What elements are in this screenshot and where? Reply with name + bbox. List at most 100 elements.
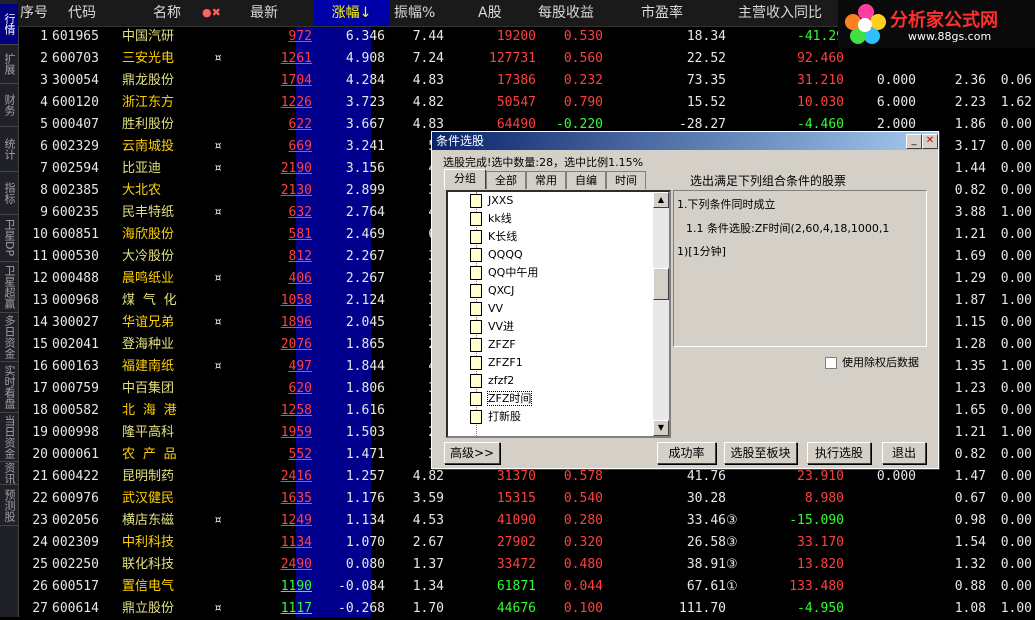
- tab-common[interactable]: 常用: [526, 171, 566, 189]
- side-tab[interactable]: 多日资金: [0, 313, 18, 362]
- side-tab[interactable]: 资讯: [0, 462, 18, 485]
- cell-pe: 15.52: [686, 95, 726, 110]
- col-header-code[interactable]: 代码: [68, 0, 96, 26]
- cell-e3: 0.00: [1000, 557, 1032, 572]
- cell-name: 中利科技: [122, 535, 175, 550]
- tree-item[interactable]: kk线: [470, 210, 512, 228]
- tree-item[interactable]: zfzf2: [470, 372, 514, 390]
- col-header-latest[interactable]: 最新: [250, 0, 278, 26]
- tab-time[interactable]: 时间: [606, 171, 646, 189]
- col-header-amplitude[interactable]: 振幅%: [394, 0, 435, 26]
- checkbox-box[interactable]: [825, 357, 837, 369]
- formula-file-icon: [470, 320, 482, 334]
- col-header-ashare[interactable]: A股: [478, 0, 502, 26]
- col-header-marks[interactable]: ●✖: [202, 0, 221, 26]
- cell-rev: 31.210: [797, 73, 844, 88]
- tree-item[interactable]: ZFZF1: [470, 354, 523, 372]
- cell-e3: 0.00: [1000, 337, 1032, 352]
- scroll-down-icon[interactable]: ▼: [653, 420, 669, 436]
- success-rate-button[interactable]: 成功率: [657, 442, 716, 464]
- cell-name: 大冷股份: [122, 249, 175, 264]
- cell-code: 000582: [52, 403, 99, 418]
- cell-amp: 1.37: [412, 557, 444, 572]
- col-header-revenue-yoy[interactable]: 主营收入同比: [738, 0, 822, 26]
- execute-selection-button[interactable]: 执行选股: [807, 442, 871, 464]
- tree-item[interactable]: ZFZ时间: [470, 390, 533, 408]
- cell-p: 622: [288, 117, 312, 132]
- col-header-name[interactable]: 名称: [153, 0, 181, 26]
- side-tab[interactable]: 预测股: [0, 485, 18, 526]
- side-tab[interactable]: 统计: [0, 127, 18, 172]
- cell-pe_mk: [726, 92, 740, 114]
- minimize-icon[interactable]: _: [906, 134, 922, 149]
- cell-pe_mk: [726, 70, 740, 92]
- formula-file-icon: [470, 248, 482, 262]
- side-tab[interactable]: 实时看盘: [0, 362, 18, 413]
- cell-mk: ¤: [214, 271, 222, 286]
- cell-name: 北 海 港: [122, 403, 177, 418]
- tree-item[interactable]: 打新股: [470, 408, 521, 426]
- cell-code: 002056: [52, 513, 99, 528]
- cell-p: 1226: [280, 95, 312, 110]
- table-row[interactable]: 24 002309 中利科技 1134 1.070 2.67 27902 0.320 26.58…: [18, 532, 1035, 554]
- formula-tree[interactable]: JXXS kk线 K长线 QQQQ QQ中午用 QXCJ VV VV进 ZFZF ZFZF1 zfz…: [446, 190, 671, 438]
- cell-mk: [214, 400, 228, 422]
- col-header-pe[interactable]: 市盈率: [641, 0, 683, 26]
- cell-p: 1249: [280, 513, 312, 528]
- tree-scrollbar[interactable]: ▲ ▼: [653, 192, 669, 436]
- select-to-block-button[interactable]: 选股至板块: [724, 442, 797, 464]
- tree-item[interactable]: ZFZF: [470, 336, 516, 354]
- scroll-up-icon[interactable]: ▲: [653, 192, 669, 208]
- formula-file-icon: [470, 356, 482, 370]
- tree-item[interactable]: QXCJ: [470, 282, 514, 300]
- tree-item[interactable]: JXXS: [470, 192, 513, 210]
- tab-custom[interactable]: 自编: [566, 171, 606, 189]
- advanced-button[interactable]: 高级>>: [444, 442, 500, 464]
- cell-name: 华谊兄弟: [122, 315, 175, 330]
- condition-list[interactable]: 1.下列条件同时成立 1.1 条件选股:ZF时间(2,60,4,18,1000,…: [673, 190, 927, 347]
- dialog-title-bar[interactable]: 条件选股 _ ✕: [432, 132, 938, 150]
- table-row[interactable]: 22 600976 武汉健民 1635 1.176 3.59 15315 0.540 30.28…: [18, 488, 1035, 510]
- cell-e3: 0.00: [1000, 469, 1032, 484]
- tab-group[interactable]: 分组: [444, 169, 486, 189]
- tab-all[interactable]: 全部: [486, 171, 526, 189]
- table-row[interactable]: 2 600703 三安光电 ¤ 1261 4.908 7.24 127731 0.560 22.5…: [18, 48, 1035, 70]
- tree-item-label: 打新股: [488, 410, 521, 423]
- cell-eps: 0.044: [563, 579, 603, 594]
- side-tab[interactable]: 行情: [0, 4, 18, 45]
- flower-icon: [845, 4, 886, 44]
- tree-item[interactable]: QQ中午用: [470, 264, 538, 282]
- col-header-index[interactable]: 序号: [20, 0, 48, 26]
- side-tab[interactable]: 当日资金: [0, 413, 18, 462]
- col-header-eps[interactable]: 每股收益: [538, 0, 594, 26]
- cell-n: 1: [40, 29, 48, 44]
- table-row[interactable]: 3 300054 鼎龙股份 1704 4.284 4.83 17386 0.232 73.35 3…: [18, 70, 1035, 92]
- side-tab[interactable]: 卫星超赢: [0, 262, 18, 313]
- exit-button[interactable]: 退出: [882, 442, 926, 464]
- tree-item[interactable]: VV: [470, 300, 503, 318]
- table-row[interactable]: 23 002056 横店东磁 ¤ 1249 1.134 4.53 41090 0.280 33.4…: [18, 510, 1035, 532]
- tree-item[interactable]: QQQQ: [470, 246, 523, 264]
- tree-item[interactable]: VV进: [470, 318, 514, 336]
- col-header-change[interactable]: 涨幅↓: [314, 0, 389, 26]
- cell-e3: 1.00: [1000, 359, 1032, 374]
- ex-rights-checkbox[interactable]: 使用除权后数据: [825, 354, 919, 370]
- tree-item-label: QQQQ: [488, 248, 523, 261]
- close-icon[interactable]: ✕: [922, 134, 938, 149]
- side-tab[interactable]: 卫星DP: [0, 215, 18, 262]
- table-row[interactable]: 4 600120 浙江东方 1226 3.723 4.82 50547 0.790 15.52 1…: [18, 92, 1035, 114]
- cell-mk: [214, 554, 228, 576]
- table-row[interactable]: 26 600517 置信电气 1190 -0.084 1.34 61871 0.044 67.6…: [18, 576, 1035, 598]
- cell-name: 鼎龙股份: [122, 73, 175, 88]
- side-tab[interactable]: 财务: [0, 84, 18, 127]
- cell-n: 24: [32, 535, 48, 550]
- condition-line: 1)[1分钟]: [677, 245, 726, 258]
- side-tab[interactable]: 指标: [0, 172, 18, 215]
- table-row[interactable]: 21 600422 昆明制药 2416 1.257 4.82 31370 0.578 41.76…: [18, 466, 1035, 488]
- cell-n: 22: [32, 491, 48, 506]
- side-tab[interactable]: 扩展: [0, 45, 18, 84]
- tree-item[interactable]: K长线: [470, 228, 517, 246]
- scroll-thumb[interactable]: [653, 268, 669, 300]
- cell-rev: 8.980: [804, 491, 844, 506]
- table-row[interactable]: 25 002250 联化科技 2490 0.080 1.37 33472 0.480 38.91…: [18, 554, 1035, 576]
